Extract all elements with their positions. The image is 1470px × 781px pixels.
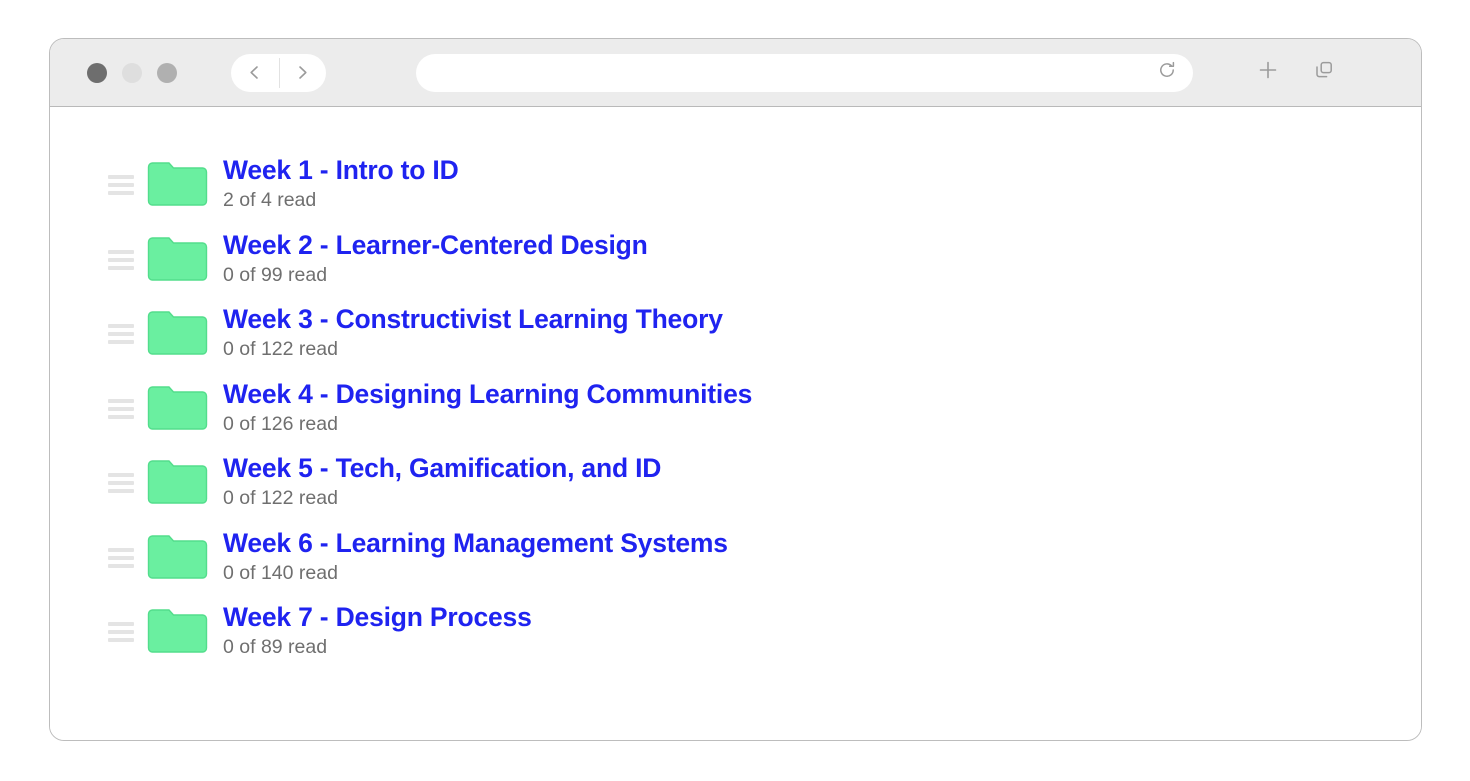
minimize-window-button[interactable] (122, 62, 142, 83)
list-item[interactable]: Week 1 - Intro to ID 2 of 4 read (50, 153, 1421, 228)
window-controls (87, 62, 177, 83)
folder-title-link[interactable]: Week 5 - Tech, Gamification, and ID (223, 453, 1421, 484)
folder-read-status: 0 of 122 read (223, 338, 338, 361)
folder-list: Week 1 - Intro to ID 2 of 4 read Week 2 … (50, 153, 1421, 675)
drag-handle-icon[interactable] (108, 473, 134, 493)
folder-text: Week 1 - Intro to ID 2 of 4 read (223, 153, 1421, 214)
list-item[interactable]: Week 4 - Designing Learning Communities … (50, 377, 1421, 452)
toolbar-actions (1251, 56, 1341, 90)
folder-title-link[interactable]: Week 3 - Constructivist Learning Theory (223, 304, 1421, 335)
close-window-button[interactable] (87, 62, 107, 83)
folder-title-link[interactable]: Week 1 - Intro to ID (223, 155, 1421, 186)
folder-text: Week 5 - Tech, Gamification, and ID 0 of… (223, 451, 1421, 512)
list-item[interactable]: Week 3 - Constructivist Learning Theory … (50, 302, 1421, 377)
list-item[interactable]: Week 6 - Learning Management Systems 0 o… (50, 526, 1421, 601)
tab-overview-icon (1313, 59, 1335, 86)
list-item[interactable]: Week 7 - Design Process 0 of 89 read (50, 600, 1421, 675)
folder-read-status: 0 of 140 read (223, 561, 338, 584)
folder-icon (147, 160, 208, 208)
browser-window: Week 1 - Intro to ID 2 of 4 read Week 2 … (49, 38, 1422, 741)
folder-icon (147, 384, 208, 432)
drag-handle-icon[interactable] (108, 249, 134, 270)
nav-divider (278, 57, 280, 88)
address-bar[interactable] (416, 53, 1193, 92)
folder-icon (147, 458, 208, 506)
folder-text: Week 2 - Learner-Centered Design 0 of 99… (223, 228, 1421, 289)
folder-title-link[interactable]: Week 6 - Learning Management Systems (223, 528, 1421, 559)
list-item[interactable]: Week 2 - Learner-Centered Design 0 of 99… (50, 228, 1421, 303)
browser-toolbar (50, 39, 1421, 107)
drag-handle-icon[interactable] (108, 622, 134, 642)
folder-read-status: 0 of 99 read (223, 263, 328, 286)
folder-icon (147, 607, 208, 655)
folder-read-status: 0 of 126 read (223, 412, 338, 435)
reload-icon (1157, 60, 1177, 85)
drag-handle-icon[interactable] (108, 547, 134, 568)
folder-text: Week 7 - Design Process 0 of 89 read (223, 600, 1421, 661)
folder-read-status: 0 of 89 read (223, 636, 328, 659)
folder-icon (147, 309, 208, 357)
drag-handle-icon[interactable] (108, 175, 134, 195)
back-button[interactable] (231, 54, 279, 92)
folder-title-link[interactable]: Week 7 - Design Process (223, 602, 1421, 633)
drag-handle-icon[interactable] (108, 324, 134, 344)
folder-text: Week 3 - Constructivist Learning Theory … (223, 302, 1421, 363)
folder-icon (147, 533, 208, 581)
maximize-window-button[interactable] (157, 62, 177, 83)
tab-overview-button[interactable] (1307, 56, 1341, 90)
folder-icon (147, 235, 208, 283)
page-content: Week 1 - Intro to ID 2 of 4 read Week 2 … (50, 107, 1421, 740)
reload-button[interactable] (1147, 54, 1187, 92)
chevron-left-icon (246, 64, 263, 81)
folder-text: Week 6 - Learning Management Systems 0 o… (223, 526, 1421, 587)
folder-title-link[interactable]: Week 4 - Designing Learning Communities (223, 379, 1421, 410)
folder-title-link[interactable]: Week 2 - Learner-Centered Design (223, 230, 1421, 261)
new-tab-button[interactable] (1251, 56, 1285, 90)
folder-read-status: 0 of 122 read (223, 487, 338, 510)
chevron-right-icon (294, 64, 311, 81)
folder-text: Week 4 - Designing Learning Communities … (223, 377, 1421, 438)
plus-icon (1256, 58, 1280, 87)
navigation-buttons (231, 53, 327, 92)
folder-read-status: 2 of 4 read (223, 189, 317, 212)
forward-button[interactable] (279, 54, 327, 92)
drag-handle-icon[interactable] (108, 398, 134, 419)
list-item[interactable]: Week 5 - Tech, Gamification, and ID 0 of… (50, 451, 1421, 526)
